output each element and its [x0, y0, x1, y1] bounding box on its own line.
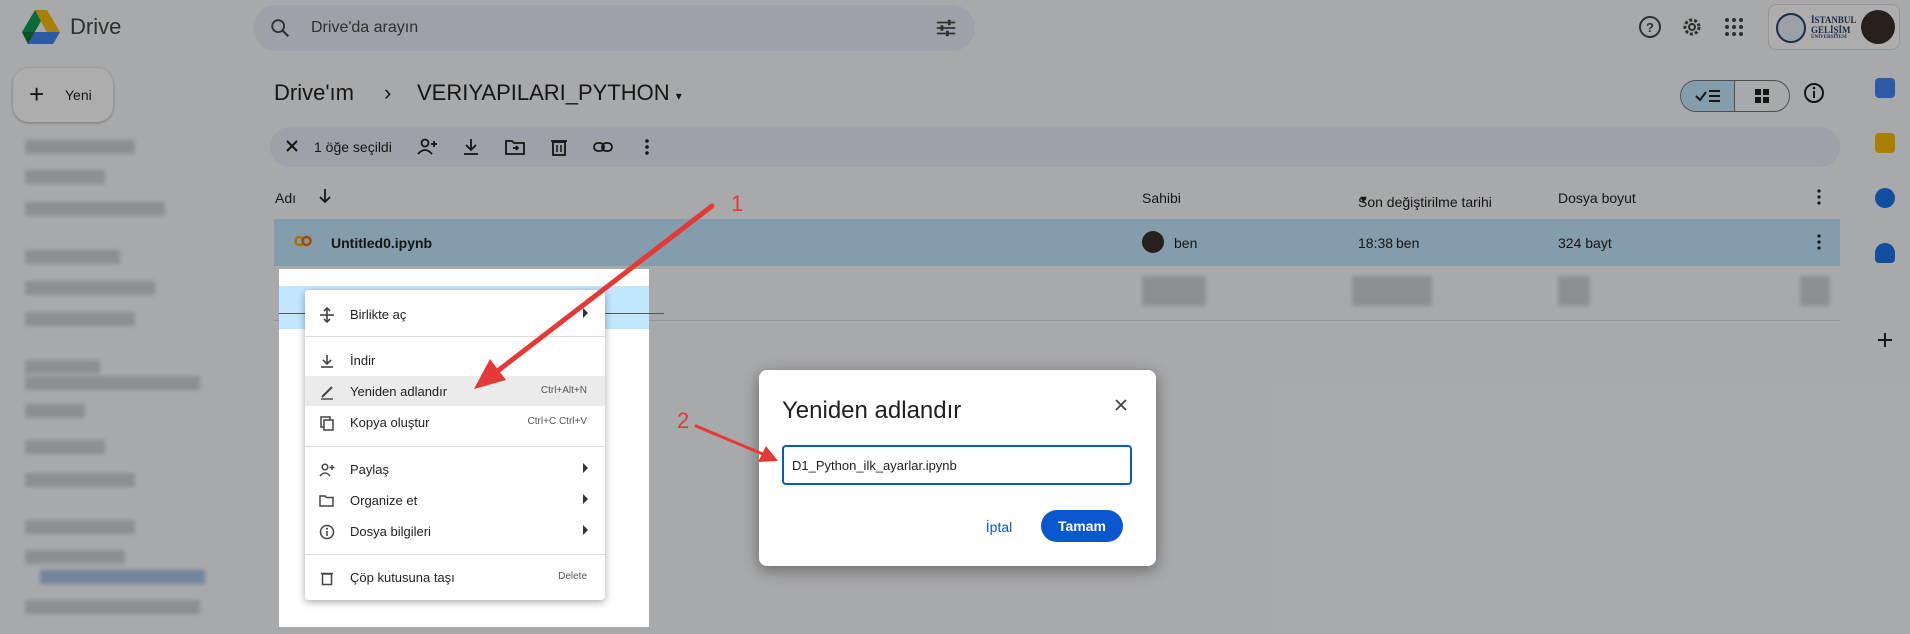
annotation-arrow-2 — [694, 424, 778, 462]
annotation-arrow-1 — [474, 203, 715, 389]
annotation-number-1: 1 — [731, 191, 744, 216]
annotation-number-2: 2 — [677, 408, 690, 433]
annotation-layer — [474, 203, 778, 462]
